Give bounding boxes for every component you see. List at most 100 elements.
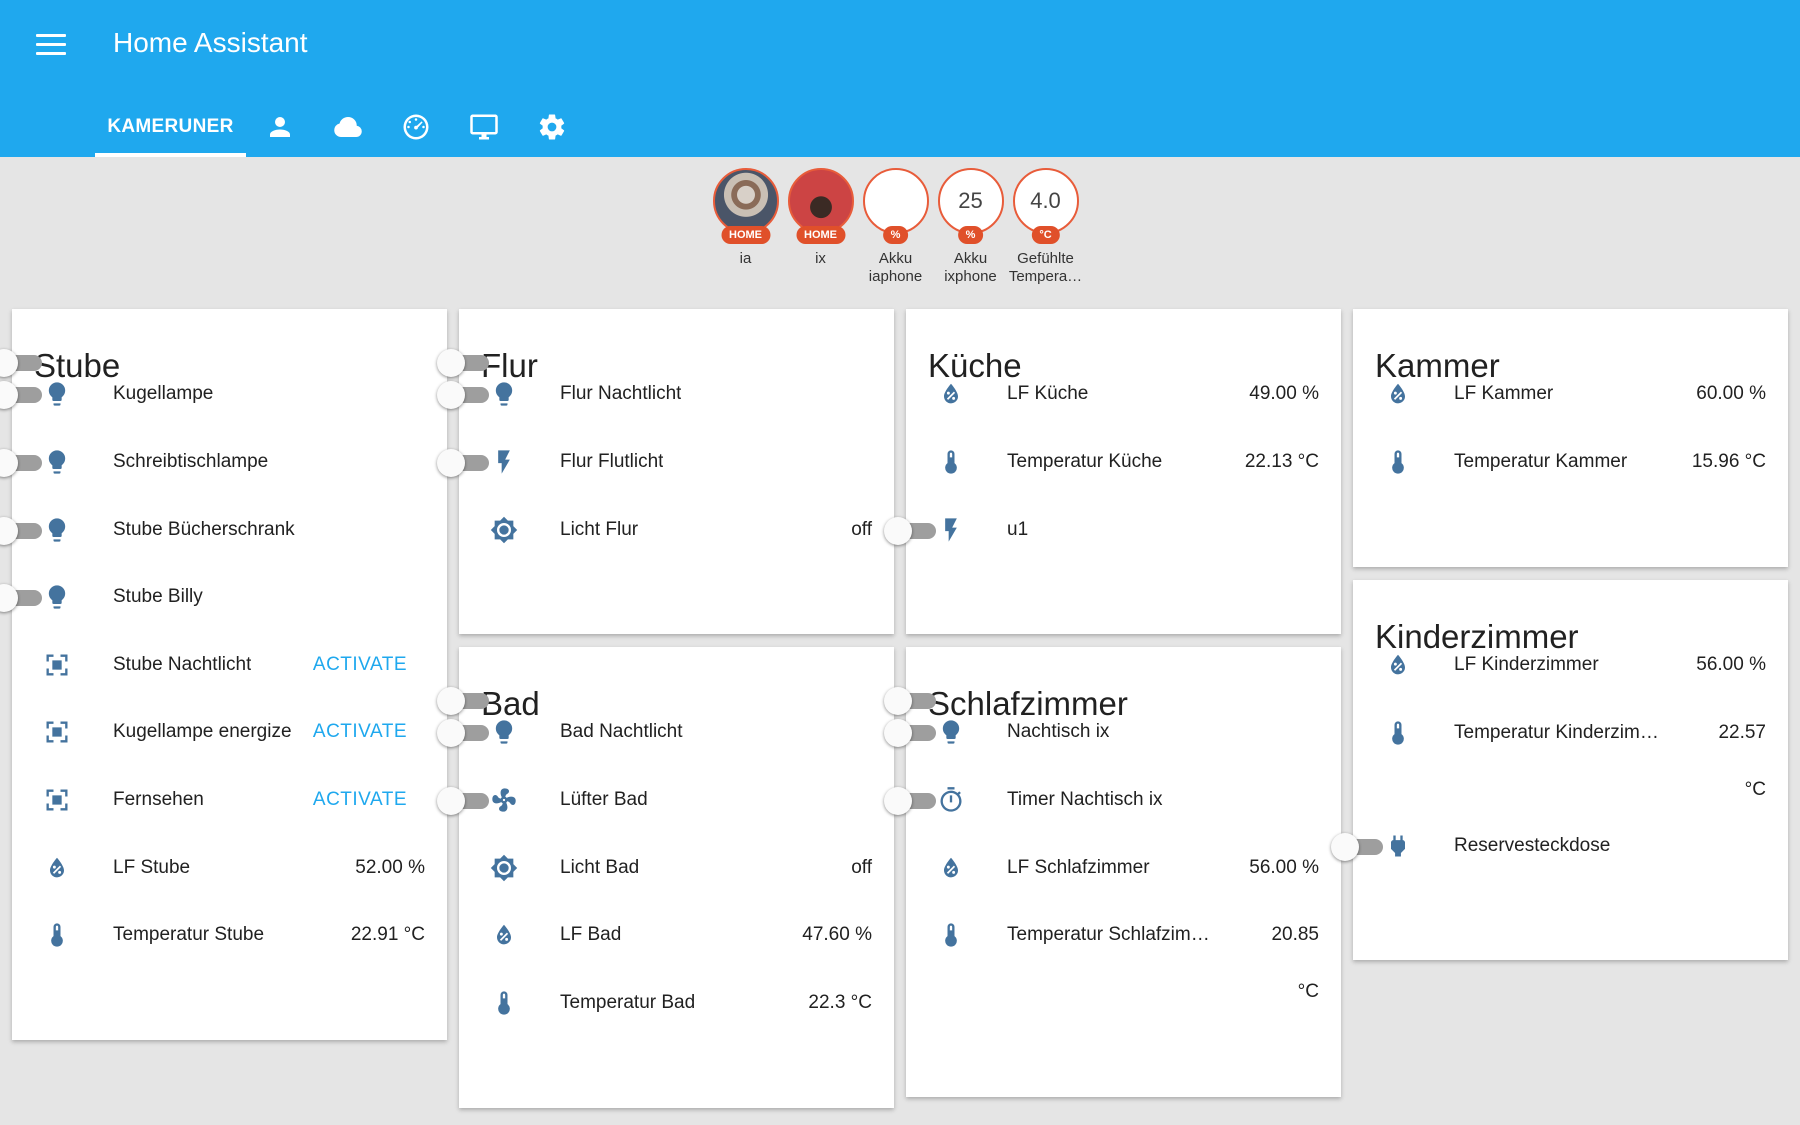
entity-name: Temperatur Kammer xyxy=(1454,451,1628,472)
entity-row[interactable]: Bad Nachtlicht xyxy=(437,708,894,756)
entity-row[interactable]: LF Bad 47.60 % xyxy=(459,911,894,959)
entity-value: 52.00 % xyxy=(355,857,425,878)
entity-name: Bad Nachtlicht xyxy=(560,721,683,742)
entity-toggle[interactable] xyxy=(884,517,936,545)
entity-name: Temperatur Bad xyxy=(560,992,696,1013)
entity-row[interactable]: Fernsehen ACTIVATE xyxy=(12,776,447,824)
badge-feels-like-temperature[interactable]: 4.0 °C Gefühlte Tempera… xyxy=(1008,168,1083,286)
entity-toggle[interactable] xyxy=(437,449,489,477)
entity-row[interactable]: LF Kammer 60.00 % xyxy=(1353,370,1788,418)
entity-row[interactable]: Kugellampe xyxy=(0,370,447,418)
badge-person-ia[interactable]: HOME ia xyxy=(708,168,783,286)
entity-row[interactable]: Schreibtischlampe xyxy=(0,438,447,486)
tab-monitor[interactable] xyxy=(450,96,518,157)
badge-unit: % xyxy=(957,226,984,244)
tab-account[interactable] xyxy=(246,96,314,157)
activate-button[interactable]: ACTIVATE xyxy=(313,789,407,811)
badge-value: 4.0 °C xyxy=(1012,168,1079,244)
thermometer-icon xyxy=(42,920,72,950)
entity-value: 22.91 °C xyxy=(350,924,425,945)
humidity-icon xyxy=(1383,650,1413,680)
entity-row[interactable]: Stube Billy xyxy=(0,573,447,621)
entity-row[interactable]: Temperatur Kinderzim… 22.57 xyxy=(1353,709,1788,757)
entity-row[interactable]: Temperatur Küche 22.13 °C xyxy=(906,438,1341,486)
menu-icon[interactable] xyxy=(36,34,66,56)
cloud-icon xyxy=(334,116,362,137)
card-flur: Flur Flur Nachtlicht Flur Flutlicht Lich… xyxy=(437,309,894,634)
entity-row[interactable]: Kugellampe energize ACTIVATE xyxy=(12,708,447,756)
badge-person-ix[interactable]: HOME ix xyxy=(783,168,858,286)
entity-value: 56.00 % xyxy=(1249,857,1319,878)
entity-row[interactable]: Temperatur Kammer 15.96 °C xyxy=(1353,438,1788,486)
scene-icon xyxy=(42,785,72,815)
entity-name: Stube Nachtlicht xyxy=(113,654,252,675)
entity-row[interactable]: Lüfter Bad xyxy=(437,776,894,824)
brightness-icon xyxy=(489,853,519,883)
card-kammer: Kammer LF Kammer 60.00 % Temperatur Kamm… xyxy=(1353,309,1788,567)
entity-row[interactable]: LF Kinderzimmer 56.00 % xyxy=(1353,641,1788,689)
entity-name: LF Kammer xyxy=(1454,383,1554,404)
card-kinderzimmer: Kinderzimmer LF Kinderzimmer 56.00 % Tem… xyxy=(1331,580,1788,960)
entity-row[interactable]: Flur Nachtlicht xyxy=(437,370,894,418)
thermometer-icon xyxy=(1383,718,1413,748)
entity-name: Temperatur Kinderzim… xyxy=(1454,722,1659,743)
tab-cloud[interactable] xyxy=(314,96,382,157)
entity-toggle[interactable] xyxy=(437,381,489,409)
badge-label: Akku ixphone xyxy=(944,250,997,285)
entity-row[interactable]: Temperatur Stube 22.91 °C xyxy=(12,911,447,959)
entity-value: 60.00 % xyxy=(1696,383,1766,404)
entity-toggle[interactable] xyxy=(437,719,489,747)
entity-name: Lüfter Bad xyxy=(560,789,648,810)
badge-akku-ixphone[interactable]: 25 % Akku ixphone xyxy=(933,168,1008,286)
entity-value: 15.96 °C xyxy=(1691,451,1766,472)
card-kueche: Küche LF Küche 49.00 % Temperatur Küche … xyxy=(884,309,1341,634)
entity-toggle[interactable] xyxy=(1331,833,1383,861)
thermometer-icon xyxy=(489,988,519,1018)
entity-row[interactable]: Licht Bad off xyxy=(459,844,894,892)
badge-bar: HOME ia HOME ix % Akku iaphone 25 % Akku… xyxy=(708,168,1083,286)
entity-toggle[interactable] xyxy=(884,719,936,747)
monitor-icon xyxy=(470,114,498,139)
entity-row[interactable]: Nachtisch ix xyxy=(884,708,1341,756)
entity-name: u1 xyxy=(1007,519,1029,540)
humidity-icon xyxy=(489,920,519,950)
entity-row[interactable]: Reservesteckdose xyxy=(1331,822,1788,870)
entity-row[interactable]: LF Stube 52.00 % xyxy=(12,844,447,892)
entity-row[interactable]: LF Schlafzimmer 56.00 % xyxy=(906,844,1341,892)
scene-icon xyxy=(42,650,72,680)
humidity-icon xyxy=(936,379,966,409)
tab-kameruner[interactable]: KAMERUNER xyxy=(95,96,246,157)
badge-akku-iaphone[interactable]: % Akku iaphone xyxy=(858,168,933,286)
entity-row[interactable]: Stube Bücherschrank xyxy=(0,506,447,554)
tab-gauge[interactable] xyxy=(382,96,450,157)
entity-name: Reservesteckdose xyxy=(1454,835,1611,856)
entity-row[interactable]: Licht Flur off xyxy=(459,506,894,554)
entity-row[interactable]: LF Küche 49.00 % xyxy=(906,370,1341,418)
entity-row[interactable]: Stube Nachtlicht ACTIVATE xyxy=(12,641,447,689)
entity-row[interactable]: Timer Nachtisch ix xyxy=(884,776,1341,824)
entity-value: off xyxy=(851,519,872,540)
entity-toggle[interactable] xyxy=(0,517,42,545)
activate-button[interactable]: ACTIVATE xyxy=(313,721,407,743)
entity-name: LF Kinderzimmer xyxy=(1454,654,1599,675)
entity-toggle[interactable] xyxy=(0,449,42,477)
entity-row[interactable]: Temperatur Schlafzim… 20.85 xyxy=(906,911,1341,959)
entity-name: Kugellampe xyxy=(113,383,214,404)
bulb-icon xyxy=(42,582,72,612)
gauge-icon xyxy=(403,114,429,139)
entity-name: Kugellampe energize xyxy=(113,721,292,742)
entity-row[interactable]: Flur Flutlicht xyxy=(437,438,894,486)
entity-toggle[interactable] xyxy=(0,584,42,612)
entity-row[interactable]: u1 xyxy=(884,506,1341,554)
entity-row[interactable]: Temperatur Bad 22.3 °C xyxy=(459,979,894,1027)
entity-toggle[interactable] xyxy=(0,381,42,409)
badge-unit: % xyxy=(882,226,909,244)
activate-button[interactable]: ACTIVATE xyxy=(313,654,407,676)
tab-settings[interactable] xyxy=(518,96,586,157)
account-icon xyxy=(270,116,290,137)
entity-value: 56.00 % xyxy=(1696,654,1766,675)
entity-value: 22.13 °C xyxy=(1244,451,1319,472)
entity-toggle[interactable] xyxy=(437,787,489,815)
app-header: Home Assistant KAMERUNER xyxy=(0,0,1800,157)
entity-toggle[interactable] xyxy=(884,787,936,815)
